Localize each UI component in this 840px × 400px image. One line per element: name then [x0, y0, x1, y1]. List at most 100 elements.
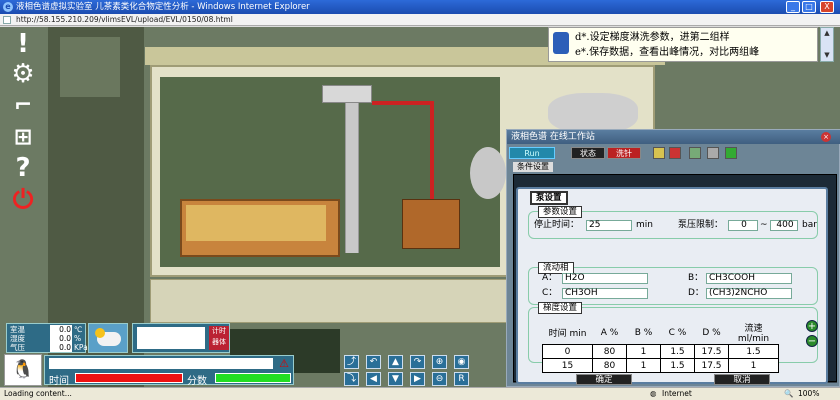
- workstation-title: 液相色谱 在线工作站: [507, 130, 840, 144]
- info-icon[interactable]: !: [8, 29, 38, 59]
- room-temp-label: 室温: [10, 325, 25, 334]
- pressure-label: 气压: [10, 343, 25, 352]
- gear-icon[interactable]: ⚙: [8, 59, 38, 89]
- left-icon[interactable]: ◀: [366, 372, 381, 386]
- stop-icon[interactable]: [669, 147, 681, 159]
- mobile-a-input[interactable]: H2O: [562, 273, 648, 284]
- tip-scrollbar[interactable]: ▲ ▼: [820, 27, 834, 62]
- zoom-level[interactable]: 100%: [798, 388, 819, 400]
- workstation-close-icon[interactable]: ×: [821, 132, 831, 142]
- gradient-header-row: 时间 min A % B % C % D % 流速 ml/min: [543, 321, 779, 345]
- remove-row-icon[interactable]: −: [806, 335, 818, 347]
- cancel-button[interactable]: 取消: [714, 374, 770, 385]
- pressure-separator: ~: [760, 220, 768, 230]
- cell-d[interactable]: 17.5: [694, 344, 729, 359]
- cell-time[interactable]: 15: [542, 358, 593, 373]
- cell-b[interactable]: 1: [626, 358, 661, 373]
- up-icon[interactable]: ▲: [388, 355, 403, 369]
- timer-panel: 计时器体: [132, 323, 230, 353]
- humidity-unit: %: [74, 334, 82, 343]
- stop-time-input[interactable]: 25: [586, 220, 632, 231]
- warning-icon[interactable]: ⚠: [277, 357, 291, 370]
- valve-block: [402, 199, 460, 249]
- tab-status[interactable]: 状态: [571, 147, 605, 159]
- chart-icon[interactable]: ⌐: [8, 91, 38, 121]
- mobile-d-input[interactable]: (CH3)2NCHO: [706, 288, 792, 299]
- cell-flow[interactable]: 1: [728, 358, 779, 373]
- mobile-c-key: C：: [542, 288, 558, 298]
- periodic-table-poster: [60, 37, 120, 97]
- undo-icon[interactable]: ↶: [366, 355, 381, 369]
- cell-flow[interactable]: 1.5: [728, 344, 779, 359]
- gradient-table: 时间 min A % B % C % D % 流速 ml/min 0 80 1 …: [542, 321, 779, 373]
- folder-icon[interactable]: [653, 147, 665, 159]
- scroll-up-icon[interactable]: ▲: [821, 28, 833, 39]
- zoom-in-icon[interactable]: ⊕: [432, 355, 447, 369]
- help-icon[interactable]: ?: [8, 153, 38, 183]
- score-bar: [215, 373, 291, 383]
- window-title: 液相色谱虚拟实验室 儿茶素类化合物定性分析 - Windows Internet…: [16, 2, 310, 12]
- rotate-down-icon[interactable]: ⤵: [344, 372, 359, 386]
- header-d: D %: [702, 327, 721, 338]
- column-rod: [345, 103, 359, 253]
- tip-line-1: d*.设定梯度淋洗参数，进第二组样: [575, 32, 730, 43]
- eye-icon[interactable]: ◉: [454, 355, 469, 369]
- address-bar[interactable]: http://58.155.210.209/vlimsEVL/upload/EV…: [0, 14, 840, 26]
- pump-settings-dialog: 泵设置 参数设置 停止时间： 25 min 泵压限制： 0 ~ 400 bar …: [516, 187, 828, 385]
- cell-time[interactable]: 0: [542, 344, 593, 359]
- ie-icon: e: [3, 2, 13, 12]
- mobile-b-key: B：: [688, 273, 704, 283]
- power-icon[interactable]: ⏻: [8, 185, 38, 215]
- score-label: 分数: [187, 376, 207, 387]
- run-button[interactable]: Run: [509, 147, 555, 159]
- stop-time-label: 停止时间：: [534, 220, 580, 230]
- cell-c[interactable]: 1.5: [660, 344, 695, 359]
- url-text[interactable]: http://58.155.210.209/vlimsEVL/upload/EV…: [16, 15, 233, 24]
- right-icon[interactable]: ▶: [410, 372, 425, 386]
- cell-c[interactable]: 1.5: [660, 358, 695, 373]
- message-field: [49, 358, 273, 369]
- minimize-button[interactable]: _: [786, 1, 800, 13]
- tab-wash-needle[interactable]: 洗针: [607, 147, 641, 159]
- view-controls: ⤴ ↶ ▲ ↷ ⊕ ◉ ⤵ ◀ ▼ ▶ ⊖ R: [344, 355, 472, 387]
- close-button[interactable]: X: [820, 1, 834, 13]
- gradient-title: 梯度设置: [538, 302, 583, 314]
- mobile-c-input[interactable]: CH3OH: [562, 288, 648, 299]
- zoom-out-icon[interactable]: ⊖: [432, 372, 447, 386]
- redo-icon[interactable]: ↷: [410, 355, 425, 369]
- pressure-unit: bar: [802, 220, 817, 230]
- add-row-icon[interactable]: +: [806, 320, 818, 332]
- red-tubing: [372, 101, 434, 105]
- cell-b[interactable]: 1: [626, 344, 661, 359]
- down-icon[interactable]: ▼: [388, 372, 403, 386]
- chat-avatar-icon[interactable]: 🐧: [4, 354, 42, 386]
- red-tubing-vertical: [430, 101, 434, 201]
- score-panel: ⚠ 时间 分数: [44, 355, 294, 387]
- tip-line-2: e*.保存数据，查看出峰情况，对比两组峰: [575, 47, 760, 58]
- zoom-icon[interactable]: 🔍: [784, 388, 793, 400]
- cell-a[interactable]: 80: [592, 344, 627, 359]
- table-row: 0 80 1 1.5 17.5 1.5: [542, 344, 779, 359]
- dialog-title: 泵设置: [530, 191, 568, 205]
- maximize-button[interactable]: □: [802, 1, 816, 13]
- grid-icon[interactable]: ⊞: [8, 123, 38, 153]
- cell-d[interactable]: 17.5: [694, 358, 729, 373]
- mobile-b-input[interactable]: CH3COOH: [706, 273, 792, 284]
- header-a: A %: [600, 327, 619, 338]
- scroll-down-icon[interactable]: ▼: [821, 50, 833, 61]
- rotate-icon[interactable]: ⤴: [344, 355, 359, 369]
- ok-button[interactable]: 确定: [576, 374, 632, 385]
- cell-a[interactable]: 80: [592, 358, 627, 373]
- chromatogram-icon[interactable]: [725, 147, 737, 159]
- mobile-d-key: D：: [688, 288, 704, 298]
- sample-vials: [186, 205, 326, 241]
- reset-view-icon[interactable]: R: [454, 372, 469, 386]
- save-icon[interactable]: [689, 147, 701, 159]
- print-icon[interactable]: [707, 147, 719, 159]
- detector-dial: [548, 93, 638, 133]
- timer-button[interactable]: 计时器体: [209, 326, 229, 350]
- weather-icon: [88, 323, 128, 353]
- pressure-min-input[interactable]: 0: [728, 220, 758, 231]
- pressure-max-input[interactable]: 400: [770, 220, 798, 231]
- status-text: Loading content...: [4, 389, 72, 398]
